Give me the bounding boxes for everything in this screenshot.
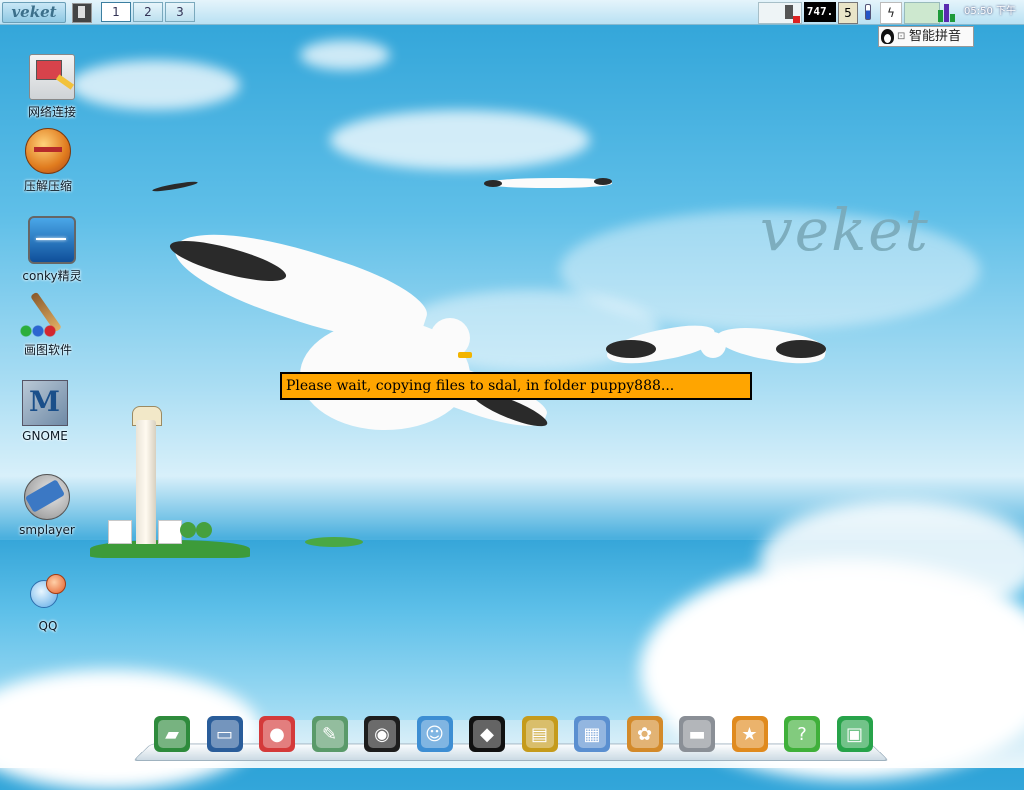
desktop-icon-label: smplayer <box>19 523 75 537</box>
memory-monitor-icon[interactable] <box>938 2 960 22</box>
conky-icon <box>28 216 76 264</box>
monitor-icon[interactable]: ▭ <box>206 716 243 752</box>
editor-icon[interactable]: ✎ <box>311 716 348 752</box>
clock[interactable]: 05:50 下午 <box>964 1 1024 23</box>
workspace-1[interactable]: 1 <box>101 2 131 22</box>
clock-ampm: 下午 <box>996 6 1017 17</box>
workspace-3[interactable]: 3 <box>165 2 195 22</box>
media-player-icon[interactable]: ◉ <box>364 716 400 752</box>
workspace-2[interactable]: 2 <box>133 2 163 22</box>
paint-icon <box>20 294 70 338</box>
clipboard-icon[interactable]: 5 <box>838 2 858 24</box>
help-icon[interactable]: ? <box>784 716 820 752</box>
top-panel: veket 1 2 3 747. 5 ϟ 05:50 下午 <box>0 0 1024 25</box>
game-icon[interactable]: ★ <box>731 716 768 752</box>
menu-button[interactable]: veket <box>2 2 66 23</box>
desktop-icon-label: 网络连接 <box>27 105 76 119</box>
camera-icon[interactable]: ▣ <box>836 716 873 752</box>
user-icon[interactable]: ☺ <box>416 716 453 752</box>
desktop-icon-label: QQ <box>38 619 58 633</box>
desktop-icon-conky[interactable]: conky精灵 <box>12 216 92 284</box>
file-manager-icon[interactable]: ▰ <box>154 716 190 752</box>
desktop-icon-archive[interactable]: 压解压缩 <box>8 128 88 194</box>
desktop-icon-gnome[interactable]: GNOME <box>5 380 85 443</box>
qq-icon <box>26 572 70 616</box>
palette-icon[interactable]: ✿ <box>626 716 663 752</box>
power-icon[interactable]: ϟ <box>880 2 902 24</box>
penguin-icon <box>881 29 894 44</box>
clock-time: 05:50 <box>964 6 993 17</box>
hedgehog-icon[interactable]: ● <box>259 716 295 752</box>
desktop-icon-network[interactable]: 网络连接 <box>12 54 92 120</box>
penguin-icon[interactable]: ◆ <box>469 716 505 752</box>
desktop-icon-label: conky精灵 <box>22 269 82 283</box>
desktop-icon-label: GNOME <box>22 429 68 443</box>
cpu-frequency-readout[interactable]: 747. <box>804 2 836 22</box>
input-method-bar[interactable]: ⊡ 智能拼音 <box>878 26 974 47</box>
volume-icon[interactable] <box>758 2 802 24</box>
desktop-icon-smplayer[interactable]: smplayer <box>7 474 87 537</box>
desktop-icon-label: 画图软件 <box>23 343 72 357</box>
system-tray: 747. 5 ϟ 05:50 下午 <box>758 1 1024 24</box>
dock: ▰ ▭ ● ✎ ◉ ☺ ◆ ▤ ▦ ✿ ▬ ★? ▣ <box>132 712 890 764</box>
network-icon <box>29 54 75 100</box>
usb-drive-icon[interactable]: ▬ <box>679 716 715 752</box>
lock-icon: ⊡ <box>897 31 906 42</box>
gnome-icon <box>22 380 68 426</box>
chart-icon[interactable]: ▦ <box>574 716 610 752</box>
desktop-icon-qq[interactable]: QQ <box>8 572 88 633</box>
notebook-icon[interactable]: ▤ <box>521 716 558 752</box>
show-desktop-icon[interactable] <box>72 3 92 23</box>
temperature-icon[interactable] <box>860 2 874 22</box>
input-method-label: 智能拼音 <box>909 29 962 44</box>
desktop-icon-label: 压解压缩 <box>23 179 72 193</box>
dock-shelf <box>132 743 890 761</box>
archive-icon <box>25 128 71 174</box>
smplayer-icon <box>24 474 70 520</box>
veket-logo: veket <box>760 196 930 264</box>
network-monitor-icon[interactable] <box>904 2 940 24</box>
desktop-icon-paint[interactable]: 画图软件 <box>8 294 88 358</box>
copy-progress-message: Please wait, copying files to sdal, in f… <box>280 372 752 400</box>
